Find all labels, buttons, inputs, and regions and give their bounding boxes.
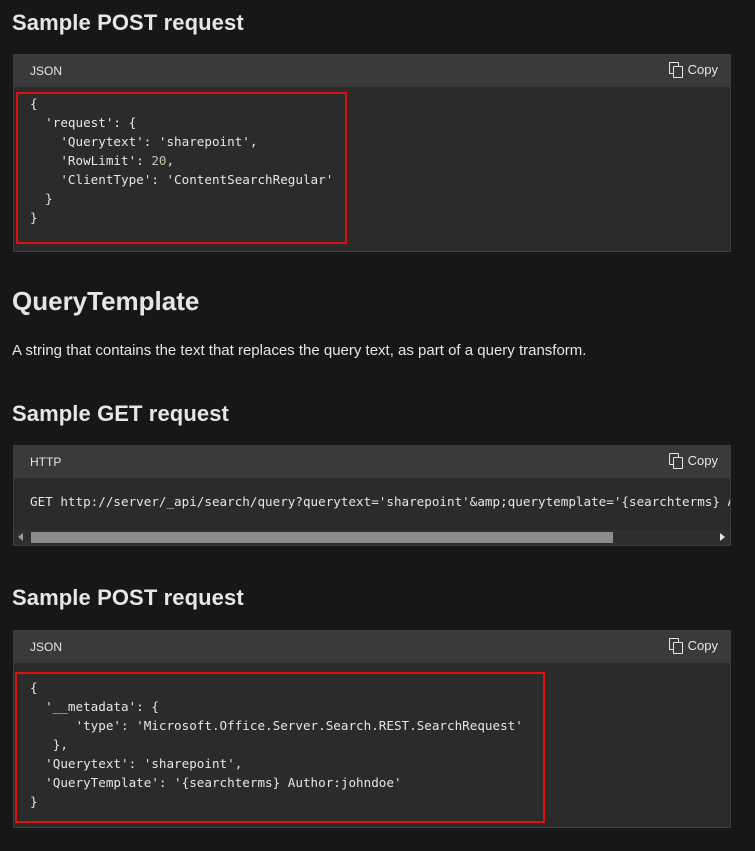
code-block-post-1: JSON Copy { 'request': { 'Querytext': 's… [13, 54, 731, 252]
code-language-label: JSON [30, 64, 63, 78]
copy-button-label: Copy [687, 638, 718, 653]
code-language-label: JSON [30, 640, 63, 654]
querytemplate-description: A string that contains the text that rep… [12, 342, 587, 359]
section-heading-post-1: Sample POST request [12, 10, 244, 35]
copy-button[interactable]: Copy [668, 453, 718, 469]
copy-icon [668, 453, 683, 469]
copy-icon [668, 638, 683, 654]
code-header: JSON Copy [14, 55, 730, 87]
code-content[interactable]: GET http://server/_api/search/query?quer… [14, 478, 730, 511]
copy-button-label: Copy [687, 453, 718, 468]
copy-button-label: Copy [687, 62, 718, 77]
docs-page: Sample POST request JSON Copy { 'request… [0, 0, 755, 851]
code-language-label: HTTP [30, 455, 62, 469]
code-header: HTTP Copy [14, 446, 730, 478]
chevron-right-icon[interactable] [720, 533, 725, 541]
code-header: JSON Copy [14, 631, 730, 663]
copy-button[interactable]: Copy [668, 638, 718, 654]
horizontal-scrollbar[interactable] [14, 530, 730, 545]
code-content[interactable]: { '__metadata': { 'type': 'Microsoft.Off… [14, 663, 730, 811]
code-block-get: HTTP Copy GET http://server/_api/search/… [13, 445, 731, 546]
chevron-left-icon[interactable] [18, 533, 23, 541]
code-content[interactable]: { 'request': { 'Querytext': 'sharepoint'… [14, 87, 730, 227]
scrollbar-thumb[interactable] [31, 532, 613, 543]
page-title-querytemplate: QueryTemplate [12, 286, 200, 316]
copy-icon [668, 62, 683, 78]
code-block-post-2: JSON Copy { '__metadata': { 'type': 'Mic… [13, 630, 731, 828]
section-heading-post-2: Sample POST request [12, 585, 244, 610]
copy-button[interactable]: Copy [668, 62, 718, 78]
section-heading-get: Sample GET request [12, 401, 229, 426]
